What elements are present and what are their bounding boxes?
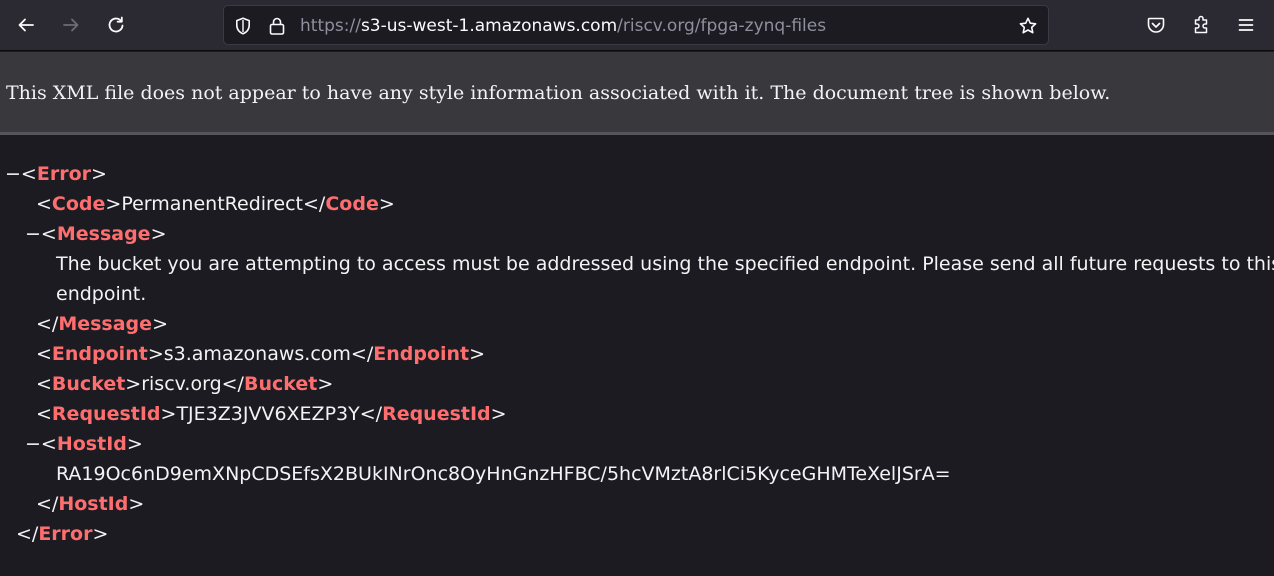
collapse-message-toggle[interactable]: − [25,223,41,245]
xml-tag: Bucket [51,373,126,395]
pocket-icon [1146,15,1166,35]
collapse-error-toggle[interactable]: − [5,163,21,185]
tracking-protection-shield-icon[interactable] [232,15,254,37]
menu-button[interactable] [1228,7,1264,43]
xml-value-request-id: TJE3Z3JVV6XEZP3Y [176,403,360,425]
back-button[interactable] [8,7,44,43]
menu-icon [1236,15,1256,35]
pocket-button[interactable] [1138,7,1174,43]
address-bar[interactable]: https://s3-us-west-1.amazonaws.com/riscv… [223,5,1049,45]
xml-tag: Message [56,223,151,245]
xml-line-bucket: <Bucket>riscv.org</Bucket> [36,373,334,395]
xml-line-error-open: −<Error> [5,163,107,185]
extensions-icon [1191,15,1211,35]
xml-line-host-id-open: −<HostId> [25,433,143,455]
xml-line-endpoint: <Endpoint>s3.amazonaws.com</Endpoint> [36,343,486,365]
lock-icon[interactable] [266,15,288,37]
extensions-button[interactable] [1183,7,1219,43]
xml-tag: HostId [56,433,127,455]
xml-tag: Message [58,313,153,335]
bookmark-star-icon[interactable] [1016,14,1040,38]
forward-arrow-icon [61,15,81,35]
xml-line-message-open: −<Message> [25,223,167,245]
xml-tag: Endpoint [51,343,148,365]
xml-value-code: PermanentRedirect [121,193,304,215]
xml-info-banner: This XML file does not appear to have an… [0,52,1274,135]
url-host: s3-us-west-1.amazonaws.com [360,16,618,36]
xml-value-message-line2: endpoint. [56,283,147,305]
xml-tag: HostId [58,493,129,515]
xml-value-message-line1: The bucket you are attempting to access … [56,253,1274,275]
xml-line-host-id-close: </HostId> [36,493,145,515]
xml-tag: RequestId [382,403,491,425]
back-arrow-icon [16,15,36,35]
url-text[interactable]: https://s3-us-west-1.amazonaws.com/riscv… [300,15,826,37]
xml-tag: Error [36,163,91,185]
xml-line-error-close: </Error> [16,523,109,545]
xml-tag: Bucket [243,373,318,395]
xml-tag: Error [38,523,93,545]
xml-line-code: <Code>PermanentRedirect</Code> [36,193,395,215]
xml-document-tree: −<Error> <Code>PermanentRedirect</Code> … [0,138,1274,576]
xml-value-bucket: riscv.org [141,373,222,395]
browser-toolbar: https://s3-us-west-1.amazonaws.com/riscv… [0,0,1274,51]
xml-line-request-id: <RequestId>TJE3Z3JVV6XEZP3Y</RequestId> [36,403,507,425]
xml-tag: Endpoint [373,343,470,365]
xml-line-message-close: </Message> [36,313,168,335]
xml-info-text: This XML file does not appear to have an… [6,82,1111,104]
reload-button[interactable] [98,7,134,43]
xml-tag: Code [51,193,106,215]
reload-icon [106,15,126,35]
forward-button[interactable] [53,7,89,43]
xml-value-endpoint: s3.amazonaws.com [163,343,351,365]
url-path: /riscv.org/fpga-zynq-files [617,16,827,36]
collapse-host-id-toggle[interactable]: − [25,433,41,455]
xml-value-host-id: RA19Oc6nD9emXNpCDSEfsX2BUkINrOnc8OyHnGnz… [56,463,951,485]
xml-tag: Code [325,193,379,215]
xml-tag: RequestId [51,403,161,425]
url-scheme: https:// [300,16,361,36]
